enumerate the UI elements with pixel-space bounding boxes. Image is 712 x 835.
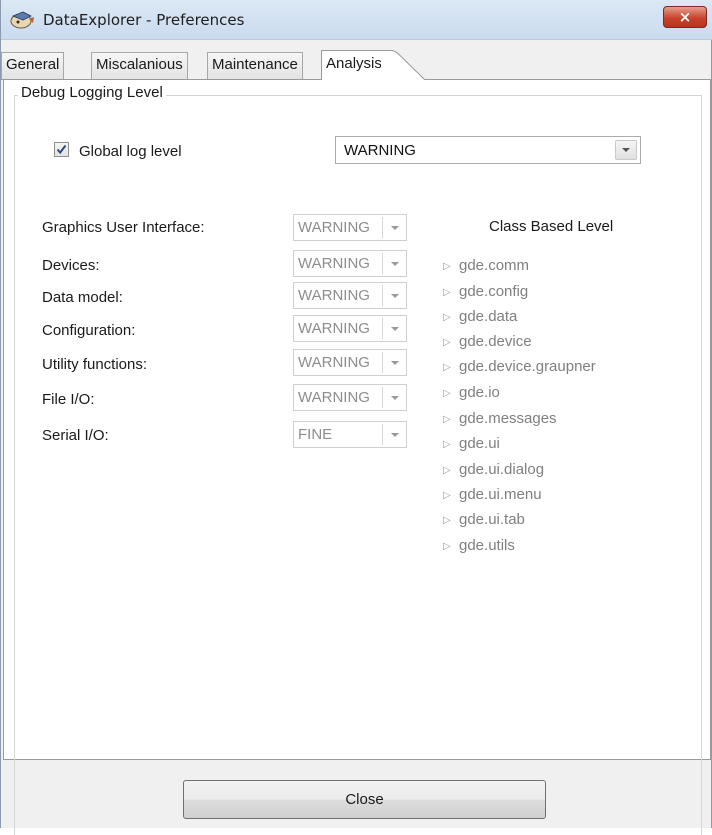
class-tree-item[interactable]: ▷ gde.messages	[443, 410, 557, 427]
global-log-checkbox[interactable]	[54, 142, 69, 157]
module-label: Serial I/O:	[42, 427, 109, 444]
expand-triangle-icon[interactable]: ▷	[443, 541, 459, 552]
module-label: Utility functions:	[42, 356, 148, 373]
class-name: gde.messages	[459, 410, 557, 427]
class-name: gde.device.graupner	[459, 358, 596, 375]
dropdown-button	[382, 424, 406, 445]
class-tree-item[interactable]: ▷ gde.ui.dialog	[443, 461, 544, 478]
expand-triangle-icon[interactable]: ▷	[443, 312, 459, 323]
close-icon: ×	[678, 8, 692, 26]
tab-label: Miscalanious	[96, 56, 183, 73]
class-tree-item[interactable]: ▷ gde.ui.menu	[443, 486, 542, 503]
expand-triangle-icon[interactable]: ▷	[443, 362, 459, 373]
dropdown-button	[382, 387, 406, 408]
chevron-down-icon	[390, 225, 399, 230]
tab-slope-decoration	[381, 50, 426, 80]
chevron-down-icon	[390, 326, 399, 331]
tab-general[interactable]: General	[1, 52, 65, 79]
dropdown-button	[382, 318, 406, 339]
check-icon	[56, 144, 67, 155]
dropdown-button[interactable]	[615, 140, 637, 160]
expand-triangle-icon[interactable]: ▷	[443, 490, 459, 501]
tab-bar: General Miscalanious Maintenance Analysi…	[1, 50, 712, 80]
expand-triangle-icon[interactable]: ▷	[443, 287, 459, 298]
class-name: gde.comm	[459, 257, 530, 274]
window-title: DataExplorer - Preferences	[43, 11, 245, 29]
module-level-value: FINE	[298, 426, 333, 443]
class-name: gde.ui.dialog	[459, 461, 545, 478]
expand-triangle-icon[interactable]: ▷	[443, 465, 459, 476]
app-logo-icon	[10, 11, 34, 29]
module-level-value: WARNING	[298, 219, 370, 236]
title-bar[interactable]: DataExplorer - Preferences ×	[1, 0, 712, 40]
class-name: gde.io	[459, 384, 500, 401]
expand-triangle-icon[interactable]: ▷	[443, 388, 459, 399]
class-name: gde.ui	[459, 435, 500, 452]
tab-label: Analysis	[326, 55, 382, 72]
group-title: Debug Logging Level	[18, 84, 166, 101]
class-tree-item[interactable]: ▷ gde.comm	[443, 257, 529, 274]
class-tree-item[interactable]: ▷ gde.utils	[443, 537, 515, 554]
tab-analysis[interactable]: Analysis	[321, 50, 383, 80]
module-level-select-devices: WARNING	[293, 250, 407, 277]
chevron-down-icon	[622, 148, 630, 152]
chevron-down-icon	[390, 261, 399, 266]
module-level-select-utility: WARNING	[293, 349, 407, 376]
close-button[interactable]: Close	[183, 780, 546, 819]
expand-triangle-icon[interactable]: ▷	[443, 337, 459, 348]
expand-triangle-icon[interactable]: ▷	[443, 515, 459, 526]
expand-triangle-icon[interactable]: ▷	[443, 414, 459, 425]
module-level-value: WARNING	[298, 320, 370, 337]
module-level-value: WARNING	[298, 255, 370, 272]
module-level-select-data-model: WARNING	[293, 282, 407, 309]
class-name: gde.device	[459, 333, 532, 350]
debug-logging-group	[14, 95, 702, 835]
dropdown-button	[382, 217, 406, 238]
tab-label: Maintenance	[212, 56, 298, 73]
preferences-window: DataExplorer - Preferences × General Mis…	[0, 0, 712, 835]
window-close-button[interactable]: ×	[663, 6, 707, 28]
module-label: Devices:	[42, 257, 100, 274]
dropdown-button	[382, 285, 406, 306]
chevron-down-icon	[390, 432, 399, 437]
class-name: gde.utils	[459, 537, 515, 554]
class-name: gde.data	[459, 308, 518, 325]
global-log-label[interactable]: Global log level	[79, 143, 182, 160]
global-log-level-select[interactable]: WARNING	[335, 136, 641, 164]
class-based-level-heading: Class Based Level	[489, 218, 614, 235]
analysis-panel: Debug Logging Level	[3, 80, 711, 835]
module-label: File I/O:	[42, 391, 95, 408]
module-level-value: WARNING	[298, 389, 370, 406]
class-tree-item[interactable]: ▷ gde.device.graupner	[443, 358, 596, 375]
class-tree-item[interactable]: ▷ gde.io	[443, 384, 500, 401]
class-name: gde.ui.tab	[459, 511, 525, 528]
tab-miscalanious[interactable]: Miscalanious	[91, 52, 188, 79]
global-log-level-value: WARNING	[344, 142, 416, 159]
expand-triangle-icon[interactable]: ▷	[443, 439, 459, 450]
module-level-select-gui: WARNING	[293, 214, 407, 241]
chevron-down-icon	[390, 293, 399, 298]
class-tree-item[interactable]: ▷ gde.ui	[443, 435, 500, 452]
class-tree-item[interactable]: ▷ gde.device	[443, 333, 532, 350]
module-level-value: WARNING	[298, 354, 370, 371]
module-label: Configuration:	[42, 322, 136, 339]
tab-label: General	[6, 56, 60, 73]
module-label: Data model:	[42, 289, 123, 306]
class-tree-item[interactable]: ▷ gde.config	[443, 283, 528, 300]
module-level-select-configuration: WARNING	[293, 315, 407, 342]
chevron-down-icon	[390, 360, 399, 365]
class-name: gde.ui.menu	[459, 486, 542, 503]
module-level-value: WARNING	[298, 287, 370, 304]
module-level-select-serial-io: FINE	[293, 421, 407, 448]
expand-triangle-icon[interactable]: ▷	[443, 261, 459, 272]
dropdown-button	[382, 352, 406, 373]
class-name: gde.config	[459, 283, 529, 300]
chevron-down-icon	[390, 395, 399, 400]
tab-maintenance[interactable]: Maintenance	[207, 52, 303, 79]
module-level-select-file-io: WARNING	[293, 384, 407, 411]
class-tree-item[interactable]: ▷ gde.ui.tab	[443, 511, 525, 528]
dropdown-button	[382, 253, 406, 274]
class-tree-item[interactable]: ▷ gde.data	[443, 308, 517, 325]
module-label: Graphics User Interface:	[42, 219, 205, 236]
